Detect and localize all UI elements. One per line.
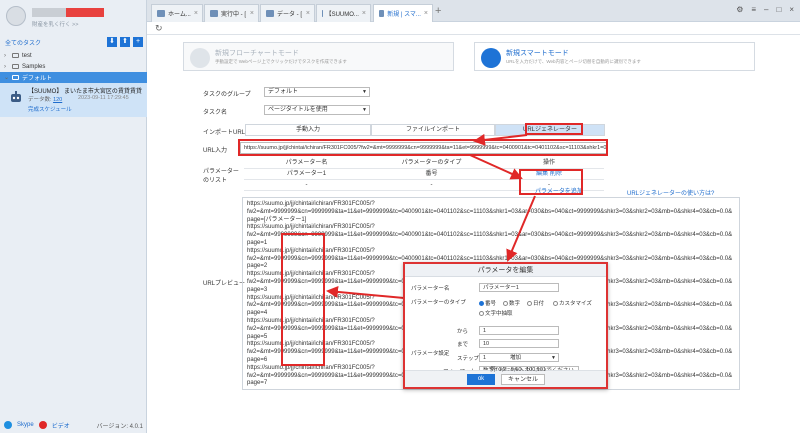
step-label: ステップ (457, 356, 480, 362)
radio-icon (479, 311, 484, 316)
annotation-arrows (326, 133, 536, 299)
type-option-custom[interactable]: カスタマイズ (553, 299, 592, 307)
to-input[interactable]: 10 (479, 339, 559, 348)
type-option-date[interactable]: 日付 (527, 299, 544, 307)
arrow (326, 285, 405, 299)
type-label: 日付 (533, 301, 545, 307)
radio-icon (553, 301, 558, 306)
ok-button[interactable]: ok (467, 374, 495, 385)
format-example: 例: 1,2...9,10...100,101 (490, 367, 546, 373)
step-input[interactable]: 1 増加 ▼ (479, 353, 559, 362)
param-setting-label: パラメータ設定 (411, 351, 450, 357)
dialog-title: パラメータを編集 (405, 264, 606, 277)
to-label: まで (457, 342, 469, 348)
chevron-down-icon: ▼ (551, 355, 556, 361)
cancel-button[interactable]: キャンセル (501, 374, 545, 385)
type-label: カスタマイズ (559, 301, 592, 307)
radio-icon (503, 301, 508, 306)
param-type-label: パラメーターのタイプ (411, 300, 466, 306)
type-option-extract[interactable]: 文字中抽取 (479, 309, 513, 317)
param-name-input[interactable]: パラメーター1 (479, 283, 559, 292)
type-label: 文字中抽取 (485, 311, 513, 317)
type-label: 番号 (485, 301, 497, 307)
param-name-label: パラメーター名 (411, 286, 450, 292)
arrow (506, 195, 536, 262)
arrow (473, 133, 528, 146)
step-value: 1 (483, 355, 487, 361)
radio-icon (479, 301, 484, 306)
step-mode: 増加 (510, 355, 522, 361)
type-label: 数字 (509, 301, 521, 307)
type-option-digit[interactable]: 数字 (503, 299, 520, 307)
type-option-number[interactable]: 番号 (479, 299, 496, 307)
radio-icon (527, 301, 532, 306)
arrow (469, 154, 523, 180)
from-label: から (457, 329, 469, 335)
from-input[interactable]: 1 (479, 326, 559, 335)
